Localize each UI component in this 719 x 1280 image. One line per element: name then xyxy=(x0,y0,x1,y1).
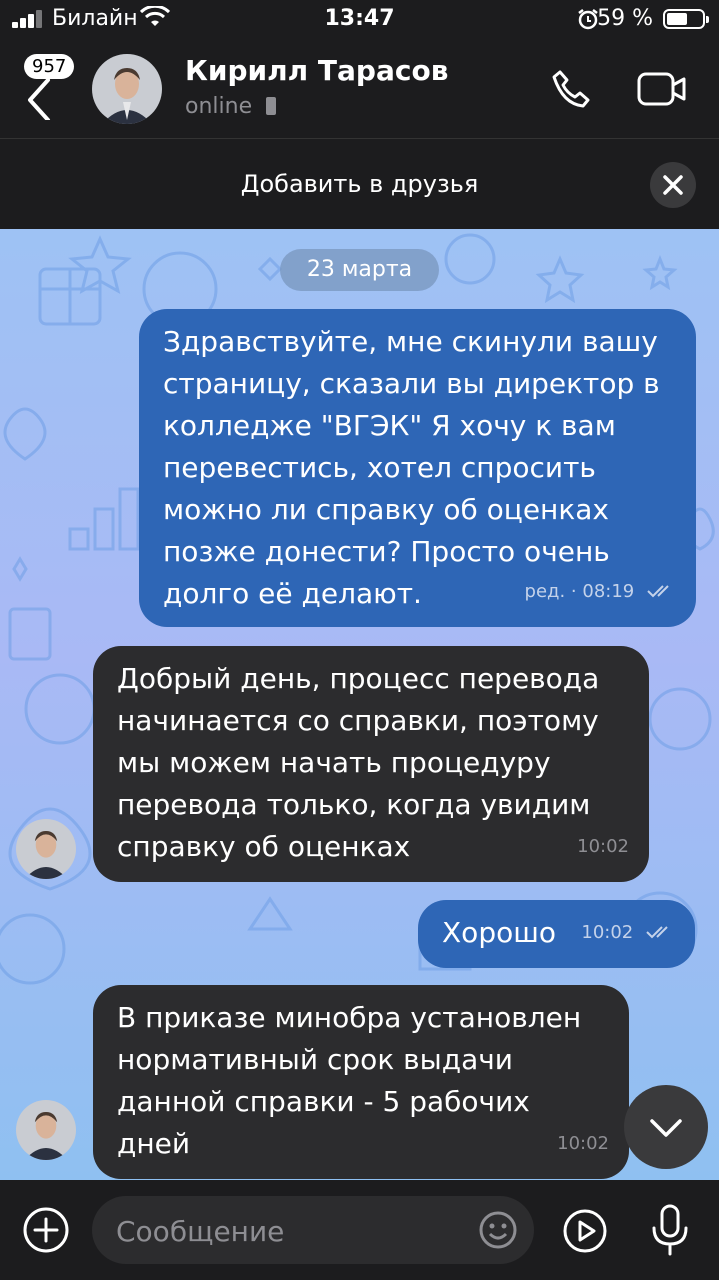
close-button[interactable] xyxy=(650,162,696,208)
message-meta: ред. · 08:19 xyxy=(525,571,676,613)
add-friend-bar: Добавить в друзья xyxy=(0,139,719,229)
message-text: В приказе минобра установлен нормативный… xyxy=(117,1001,582,1160)
outgoing-message[interactable]: Здравствуйте, мне скинули вашу страницу,… xyxy=(139,309,696,627)
smile-icon[interactable] xyxy=(478,1210,518,1250)
unread-badge[interactable]: 957 xyxy=(24,54,75,79)
message-time: 10:02 xyxy=(557,1133,609,1154)
video-icon[interactable] xyxy=(637,72,687,106)
message-time: 10:02 xyxy=(581,922,634,943)
close-icon xyxy=(663,175,683,195)
add-friend-button[interactable]: Добавить в друзья xyxy=(0,170,719,198)
presence-text: online xyxy=(185,94,253,119)
scroll-down-button[interactable] xyxy=(624,1085,708,1169)
chat-header: 957 Кирилл Тарасов online xyxy=(0,40,719,139)
message-time: 10:02 xyxy=(577,836,629,857)
plus-icon[interactable] xyxy=(22,1206,70,1254)
message-input[interactable]: Сообщение xyxy=(92,1196,534,1264)
avatar[interactable] xyxy=(16,1100,76,1160)
chevron-down-icon xyxy=(650,1119,682,1137)
read-checks-icon xyxy=(646,926,668,939)
avatar[interactable] xyxy=(92,54,162,124)
message-meta: 10:02 xyxy=(581,912,675,954)
avatar[interactable] xyxy=(16,819,76,879)
incoming-message[interactable]: Добрый день, процесс перевода начинается… xyxy=(93,646,649,882)
message-placeholder: Сообщение xyxy=(116,1215,285,1248)
play-icon[interactable] xyxy=(562,1208,608,1254)
status-bar: Билайн 13:47 59 % xyxy=(0,0,719,40)
outgoing-message[interactable]: Хорошо 10:02 xyxy=(418,900,695,968)
alarm-icon xyxy=(578,9,598,30)
read-checks-icon xyxy=(647,585,669,598)
contact-name[interactable]: Кирилл Тарасов xyxy=(185,54,448,87)
mic-icon[interactable] xyxy=(648,1204,692,1256)
phone-icon[interactable] xyxy=(548,68,592,112)
battery-icon xyxy=(663,9,709,29)
battery-percent: 59 % xyxy=(597,6,653,31)
date-separator: 23 марта xyxy=(280,249,439,291)
presence-status: online xyxy=(185,94,277,119)
incoming-message[interactable]: В приказе минобра установлен нормативный… xyxy=(93,985,629,1179)
message-text: Добрый день, процесс перевода начинается… xyxy=(117,662,600,863)
chat-area[interactable]: 23 марта Здравствуйте, мне скинули вашу … xyxy=(0,229,719,1180)
mobile-icon xyxy=(266,97,277,115)
message-input-bar: Сообщение xyxy=(0,1180,719,1280)
message-time: ред. · 08:19 xyxy=(524,581,635,602)
